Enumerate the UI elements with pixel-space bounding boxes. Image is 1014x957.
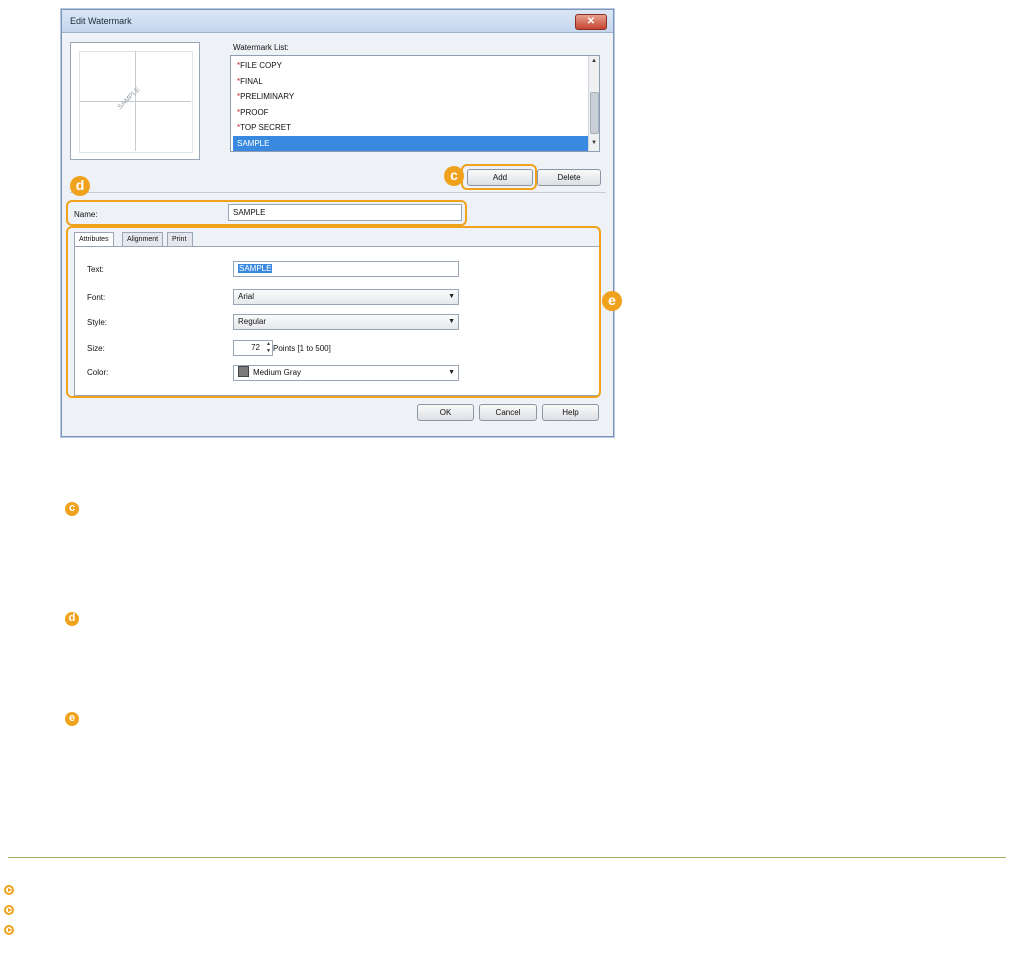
watermark-list-item-label: FINAL: [240, 76, 263, 86]
section-d-bullet: d: [65, 612, 79, 626]
cancel-button[interactable]: Cancel: [479, 404, 537, 421]
watermark-list[interactable]: *FILE COPY *FINAL *PRELIMINARY *PROOF *TOP S…: [230, 55, 600, 152]
watermark-list-item[interactable]: *PRELIMINARY: [233, 89, 591, 105]
watermark-list-label: Watermark List:: [233, 43, 289, 52]
watermark-list-item-label: PROOF: [240, 107, 269, 117]
section-e-bullet: e: [65, 712, 79, 726]
callout-c-badge: c: [444, 166, 464, 186]
watermark-list-item-label: SAMPLE: [237, 138, 270, 148]
close-button[interactable]: ✕: [575, 14, 607, 30]
footer-divider: [8, 857, 1006, 858]
watermark-list-scrollbar[interactable]: ▲ ▼: [588, 56, 599, 151]
preview-horizontal-line: [79, 101, 191, 102]
watermark-list-item-label: TOP SECRET: [240, 123, 291, 132]
delete-button[interactable]: Delete: [537, 169, 601, 186]
section-c-bullet: c: [65, 502, 79, 516]
callout-e-badge: e: [602, 291, 622, 311]
callout-e-highlight: [66, 226, 601, 398]
title-bar[interactable]: Edit Watermark ✕: [62, 10, 613, 33]
link-arrow-icon[interactable]: [4, 905, 14, 915]
watermark-list-item[interactable]: *FILE COPY: [233, 58, 591, 74]
separator: [70, 192, 606, 193]
link-arrow-icon[interactable]: [4, 885, 14, 895]
callout-d-badge: d: [70, 176, 90, 196]
scroll-down-icon[interactable]: ▼: [590, 140, 598, 146]
preview-page: [79, 51, 193, 153]
ok-button[interactable]: OK: [417, 404, 474, 421]
dialog-title: Edit Watermark: [70, 16, 132, 26]
watermark-list-item-label: FILE COPY: [240, 61, 282, 70]
callout-c-highlight: [461, 164, 537, 190]
watermark-list-item-label: PRELIMINARY: [240, 92, 295, 101]
scroll-up-icon[interactable]: ▲: [590, 58, 598, 64]
link-arrow-icon[interactable]: [4, 925, 14, 935]
watermark-list-item[interactable]: *PROOF: [233, 105, 591, 121]
callout-d-highlight: [66, 200, 467, 226]
watermark-list-item[interactable]: *FINAL: [233, 74, 591, 90]
scroll-thumb[interactable]: [590, 92, 599, 134]
watermark-preview: SAMPLE: [70, 42, 200, 160]
help-button[interactable]: Help: [542, 404, 599, 421]
watermark-list-item[interactable]: SAMPLE: [233, 135, 591, 151]
watermark-list-item[interactable]: *TOP SECRET: [233, 120, 591, 136]
